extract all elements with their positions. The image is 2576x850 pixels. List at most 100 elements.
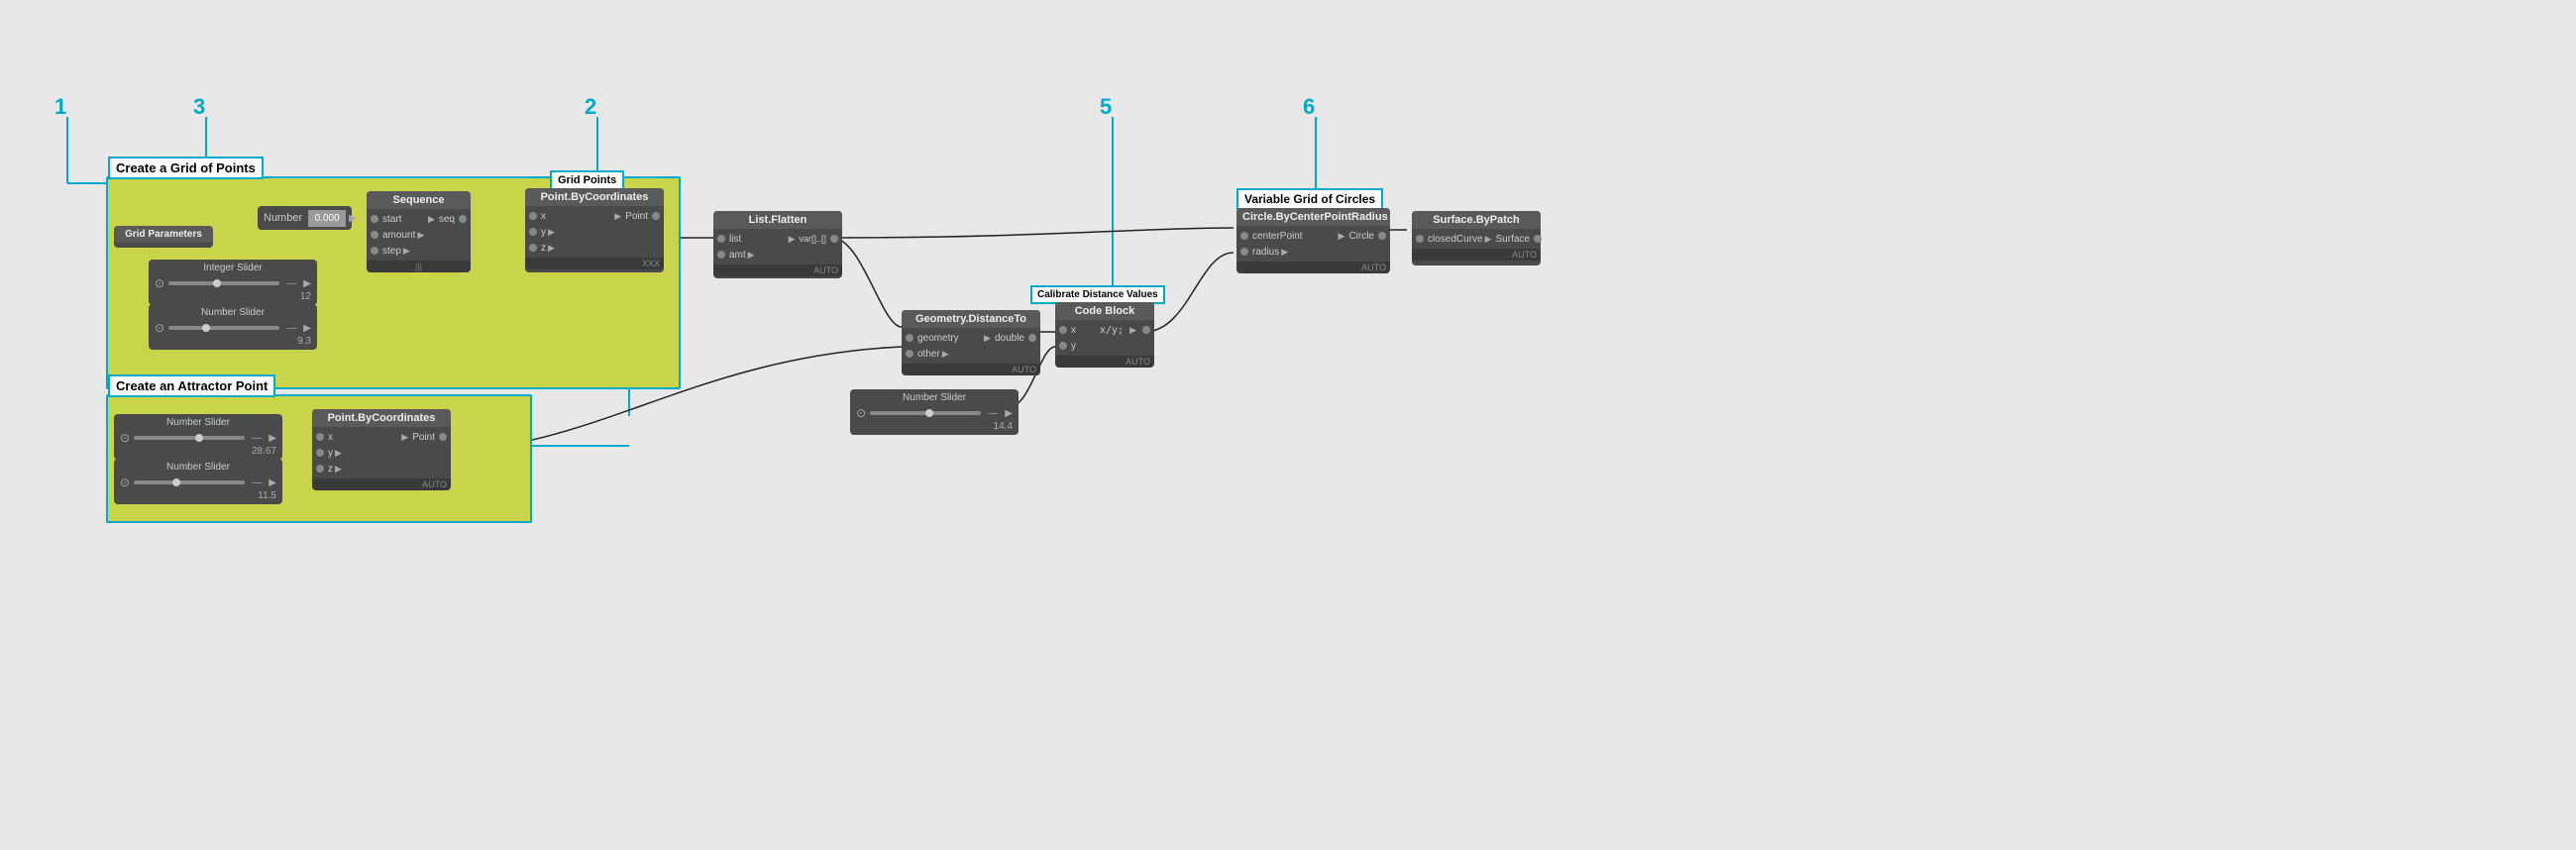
number-slider4-value: 11.5 (258, 490, 276, 501)
number-slider4-arrow: ▶ (268, 478, 276, 488)
code-block-header: Code Block (1055, 302, 1154, 320)
sequence-start-label: start (382, 214, 426, 225)
sequence-header: Sequence (367, 191, 471, 209)
surface-by-patch-node[interactable]: Surface.ByPatch closedCurve ▶ Surface AU… (1412, 211, 1541, 266)
lf-list-label: list (729, 234, 787, 245)
list-flatten-footer: AUTO (713, 265, 842, 276)
lf-amt-label: amt (729, 250, 746, 261)
pbc1-row-z: z ▶ (525, 240, 664, 256)
circle-port-out (1378, 232, 1386, 240)
number-slider1-bar[interactable] (168, 326, 279, 330)
lf-port-out (830, 235, 838, 243)
point-by-coords1-node[interactable]: Point.ByCoordinates x ▶ Point y ▶ z ▶ XX… (525, 188, 664, 272)
cb-port-out (1142, 326, 1150, 334)
sequence-amount-arrow: ▶ (417, 230, 424, 241)
surface-curve-label: closedCurve (1428, 234, 1483, 245)
sequence-amount-label: amount (382, 230, 415, 241)
geo-distance-header: Geometry.DistanceTo (902, 310, 1040, 328)
number-slider2-value: 14.4 (994, 421, 1013, 432)
pbc2-output-label: Point (412, 432, 435, 443)
pbc2-row-y: y ▶ (312, 445, 451, 461)
pbc1-port-x (529, 212, 537, 220)
step-1: 1 (54, 94, 66, 120)
number-slider4-thumb[interactable] (172, 478, 180, 486)
number-slider2-bar[interactable] (870, 411, 981, 415)
number-node[interactable]: Number 0.000 ▶ (258, 206, 352, 230)
number-slider1-thumb[interactable] (202, 324, 210, 332)
sequence-port-step (371, 247, 378, 255)
number-slider2-label: Number Slider (856, 392, 1013, 403)
number-slider2-thumb[interactable] (925, 409, 933, 417)
list-flatten-row-list: list ▶ var[]..[] (713, 231, 842, 247)
surface-port-out (1534, 235, 1542, 243)
geo-row-geometry: geometry ▶ double (902, 330, 1040, 346)
number-slider4-icon: ⊙ (120, 476, 130, 489)
circle-header: Circle.ByCenterPointRadius (1236, 208, 1390, 226)
grid-params-label: Grid Parameters (114, 226, 213, 243)
sequence-node[interactable]: Sequence start ▶ seq amount ▶ step ▶ ||| (367, 191, 471, 270)
circle-radius-label: radius (1252, 247, 1279, 258)
number-slider2-arrow: ▶ (1005, 408, 1013, 419)
list-flatten-node[interactable]: List.Flatten list ▶ var[]..[] amt ▶ AUTO (713, 211, 842, 278)
pbc1-z-label: z (541, 243, 546, 254)
number-arrow: ▶ (346, 211, 360, 226)
pbc1-port-out (652, 212, 660, 220)
pbc1-y-label: y (541, 227, 546, 238)
circle-by-center-node[interactable]: Circle.ByCenterPointRadius centerPoint ▶… (1236, 208, 1390, 272)
geo-distance-footer: AUTO (902, 364, 1040, 375)
step-5: 5 (1100, 94, 1112, 120)
geo-distance-node[interactable]: Geometry.DistanceTo geometry ▶ double ot… (902, 310, 1040, 374)
list-flatten-header: List.Flatten (713, 211, 842, 229)
lf-output-label: var[]..[] (799, 234, 826, 244)
number-slider1-node[interactable]: Number Slider ⊙ — ▶ 9.3 (149, 304, 317, 350)
number-slider1-label: Number Slider (155, 307, 311, 318)
point-by-coords2-node[interactable]: Point.ByCoordinates x ▶ Point y ▶ z ▶ AU… (312, 409, 451, 486)
group-create-grid-label: Create a Grid of Points (108, 157, 264, 179)
number-slider2-min: — (988, 408, 998, 419)
circle-row-center: centerPoint ▶ Circle (1236, 228, 1390, 244)
integer-slider-bar[interactable] (168, 281, 279, 285)
pbc1-port-y (529, 228, 537, 236)
grid-points-text: Grid Points (558, 174, 616, 186)
number-slider2-node[interactable]: Number Slider ⊙ — ▶ 14.4 (850, 389, 1019, 435)
number-value[interactable]: 0.000 (308, 210, 346, 227)
pbc2-port-x (316, 433, 324, 441)
code-block-footer: AUTO (1055, 356, 1154, 368)
pbc1-row-y: y ▶ (525, 224, 664, 240)
variable-grid-label-box: Variable Grid of Circles (1236, 188, 1383, 210)
step-6: 6 (1303, 94, 1315, 120)
cb-port-y (1059, 342, 1067, 350)
number-slider4-bar[interactable] (134, 480, 245, 484)
circle-port-radius (1240, 248, 1248, 256)
pbc2-port-y (316, 449, 324, 457)
lf-port-amt (717, 251, 725, 259)
number-slider1-min: — (286, 323, 296, 334)
number-slider3-value: 28.67 (252, 446, 276, 457)
number-slider1-arrow: ▶ (303, 323, 311, 334)
surface-port-curve (1416, 235, 1424, 243)
sequence-row-amount: amount ▶ (367, 227, 471, 243)
pbc2-x-label: x (328, 432, 399, 443)
list-flatten-row-amt: amt ▶ (713, 247, 842, 263)
integer-slider-thumb[interactable] (213, 279, 221, 287)
pbc1-output-label: Point (625, 211, 648, 222)
sequence-row-step: step ▶ (367, 243, 471, 259)
step-3: 3 (193, 94, 205, 120)
pbc1-row-x: x ▶ Point (525, 208, 664, 224)
surface-header: Surface.ByPatch (1412, 211, 1541, 229)
calibrate-text: Calibrate Distance Values (1037, 289, 1158, 300)
integer-slider-node[interactable]: Integer Slider ⊙ — ▶ 12 (149, 260, 317, 305)
circle-center-label: centerPoint (1252, 231, 1337, 242)
number-slider3-node[interactable]: Number Slider ⊙ — ▶ 28.67 (114, 414, 282, 460)
geo-port-out (1028, 334, 1036, 342)
geo-row-other: other ▶ (902, 346, 1040, 362)
geo-port-other (906, 350, 913, 358)
cb-port-x (1059, 326, 1067, 334)
number-slider3-thumb[interactable] (195, 434, 203, 442)
number-slider4-node[interactable]: Number Slider ⊙ — ▶ 11.5 (114, 459, 282, 504)
group-attractor-label: Create an Attractor Point (108, 374, 275, 397)
number-slider3-bar[interactable] (134, 436, 245, 440)
grid-params-node[interactable]: Grid Parameters (114, 226, 213, 248)
number-slider3-min: — (252, 433, 262, 444)
code-block-node[interactable]: Code Block x x/y; ▶ y AUTO (1055, 302, 1154, 362)
